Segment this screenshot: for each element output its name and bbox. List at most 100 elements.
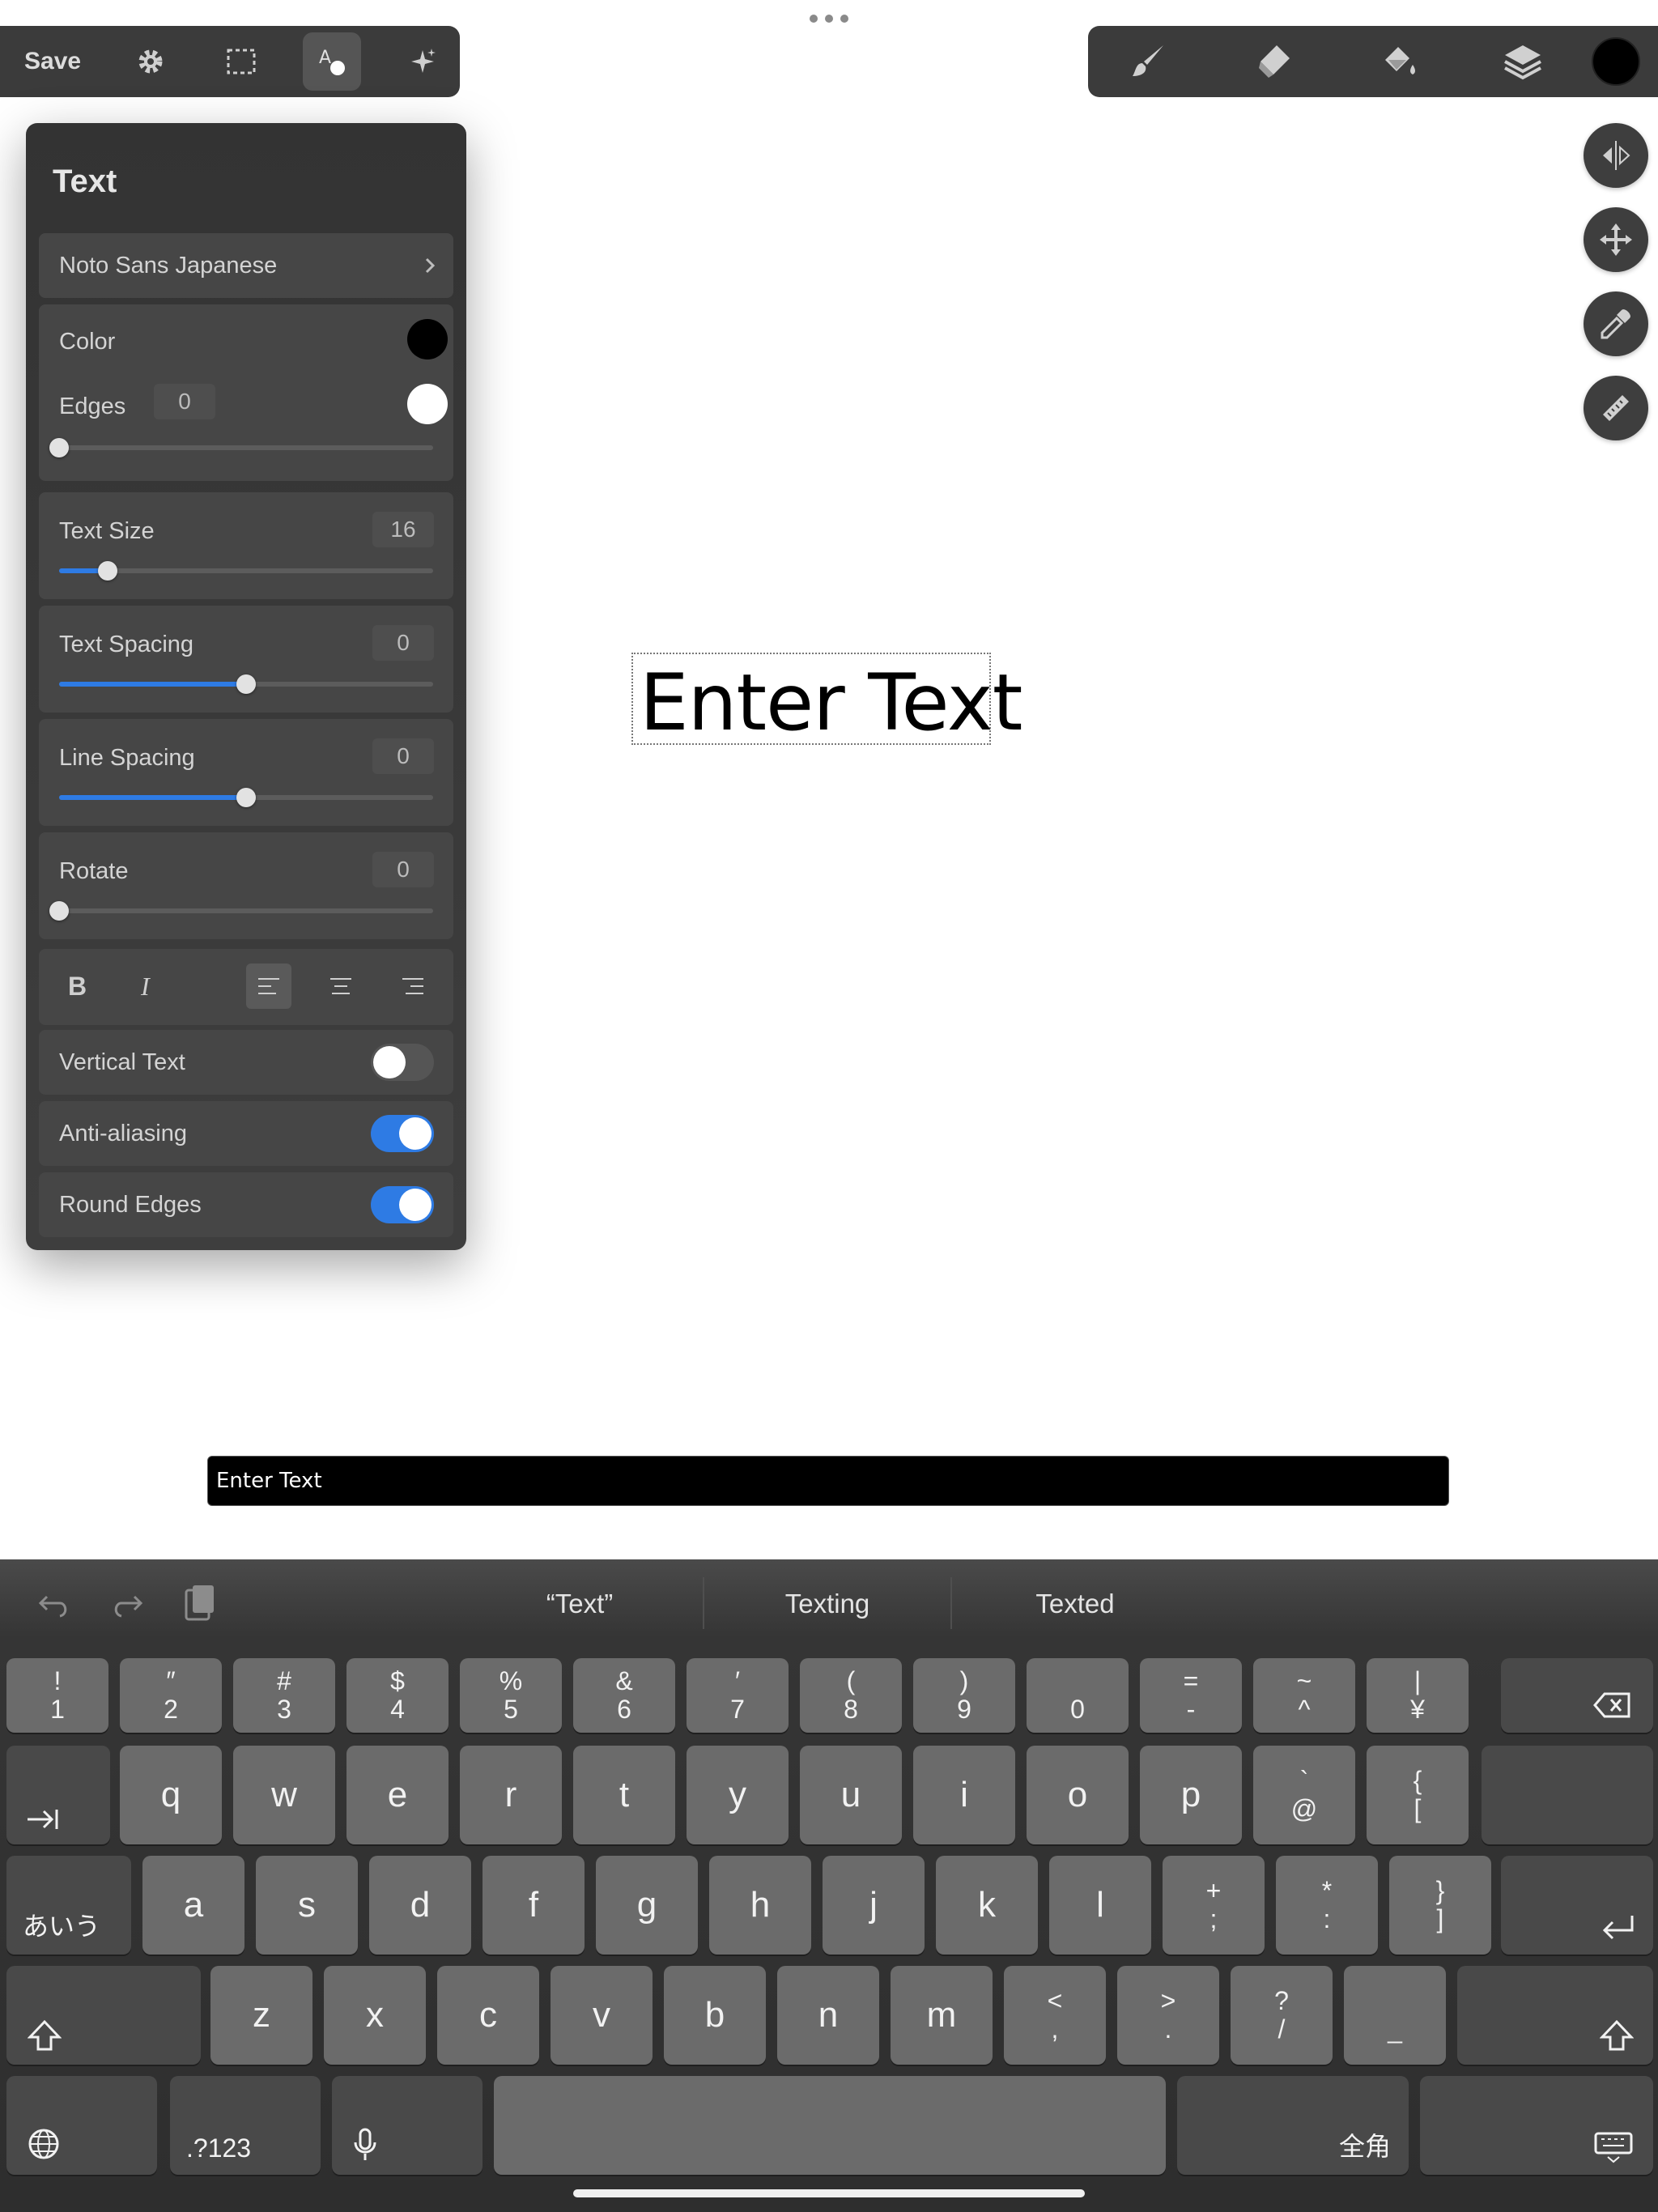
key-s[interactable]: s [256, 1856, 358, 1955]
text-size-value[interactable]: 16 [372, 512, 434, 547]
brush-icon[interactable] [1104, 29, 1193, 94]
key-symbol[interactable]: >. [1117, 1966, 1219, 2065]
font-selector[interactable]: Noto Sans Japanese [39, 233, 453, 298]
key-symbol[interactable]: *: [1276, 1856, 1378, 1955]
fill-bucket-icon[interactable] [1354, 29, 1443, 94]
key-t[interactable]: t [573, 1746, 675, 1844]
sparkle-icon[interactable] [393, 32, 452, 91]
key-f[interactable]: f [483, 1856, 585, 1955]
align-center-icon[interactable] [318, 963, 363, 1009]
selection-icon[interactable] [212, 32, 270, 91]
home-indicator[interactable] [573, 2189, 1085, 2197]
key-q[interactable]: q [120, 1746, 222, 1844]
key-g[interactable]: g [596, 1856, 698, 1955]
key-6[interactable]: & 6 [573, 1658, 675, 1733]
vertical-text-toggle[interactable] [371, 1044, 434, 1081]
key-0[interactable]: 0 [1027, 1658, 1129, 1733]
key-symbol[interactable]: _ [1344, 1966, 1446, 2065]
key-4[interactable]: $4 [346, 1658, 449, 1733]
dictation-key[interactable] [332, 2076, 483, 2175]
key-i[interactable]: i [913, 1746, 1015, 1844]
line-spacing-slider[interactable] [59, 788, 433, 807]
key-e[interactable]: e [346, 1746, 449, 1844]
text-color-swatch[interactable] [407, 319, 448, 359]
canvas-text[interactable]: Enter Text [640, 657, 1022, 748]
key-u[interactable]: u [800, 1746, 902, 1844]
key-l[interactable]: l [1049, 1856, 1151, 1955]
flip-icon[interactable] [1584, 123, 1648, 188]
save-button[interactable]: Save [24, 48, 121, 75]
gear-icon[interactable] [121, 32, 180, 91]
key-symbol[interactable]: {[ [1367, 1746, 1469, 1844]
key-^[interactable]: ~ ^ [1253, 1658, 1355, 1733]
key--[interactable]: = - [1140, 1658, 1242, 1733]
key-symbol[interactable]: }] [1389, 1856, 1491, 1955]
zenkaku-key[interactable]: 全角 [1177, 2076, 1409, 2175]
space-key[interactable] [494, 2076, 1166, 2175]
key-z[interactable]: z [210, 1966, 312, 2065]
line-spacing-value[interactable]: 0 [372, 738, 434, 774]
key-h[interactable]: h [709, 1856, 811, 1955]
multitasking-dots[interactable] [810, 13, 848, 24]
key-5[interactable]: % 5 [460, 1658, 562, 1733]
key-1[interactable]: ! 1 [6, 1658, 108, 1733]
edges-slider-knob[interactable] [49, 438, 69, 457]
dismiss-keyboard-key[interactable] [1420, 2076, 1653, 2175]
shift-key-right[interactable] [1457, 1966, 1653, 2065]
align-left-icon[interactable] [246, 963, 291, 1009]
bold-button[interactable]: B [68, 972, 87, 1002]
align-right-icon[interactable] [390, 963, 436, 1009]
key-n[interactable]: n [777, 1966, 879, 2065]
rotate-value[interactable]: 0 [372, 852, 434, 887]
key-m[interactable]: m [891, 1966, 993, 2065]
key-¥[interactable]: | ¥ [1367, 1658, 1469, 1733]
ruler-icon[interactable] [1584, 376, 1648, 440]
key-7[interactable]: ′ 7 [687, 1658, 789, 1733]
text-spacing-slider-knob[interactable] [236, 674, 256, 694]
rotate-slider-knob[interactable] [49, 901, 69, 921]
key-8[interactable]: (8 [800, 1658, 902, 1733]
shift-key-left[interactable] [6, 1966, 201, 2065]
key-symbol[interactable]: +; [1163, 1856, 1265, 1955]
key-x[interactable]: x [324, 1966, 426, 2065]
key-r[interactable]: r [460, 1746, 562, 1844]
key-symbol[interactable]: ? / [1231, 1966, 1333, 2065]
return-key-top[interactable] [1482, 1746, 1653, 1844]
text-spacing-slider[interactable] [59, 674, 433, 694]
key-v[interactable]: v [551, 1966, 653, 2065]
key-j[interactable]: j [823, 1856, 925, 1955]
key-w[interactable]: w [233, 1746, 335, 1844]
current-color-swatch[interactable] [1592, 37, 1640, 86]
tab-key[interactable] [6, 1746, 110, 1844]
anti-aliasing-toggle[interactable] [371, 1115, 434, 1152]
globe-key[interactable] [6, 2076, 157, 2175]
key-d[interactable]: d [369, 1856, 471, 1955]
key-k[interactable]: k [936, 1856, 1038, 1955]
return-key[interactable] [1501, 1856, 1653, 1955]
delete-key[interactable] [1501, 1658, 1653, 1733]
edges-value[interactable]: 0 [154, 384, 215, 419]
text-size-slider[interactable] [59, 561, 433, 581]
line-spacing-slider-knob[interactable] [236, 788, 256, 807]
layers-icon[interactable] [1478, 29, 1567, 94]
key-symbol[interactable]: <, [1004, 1966, 1106, 2065]
key-o[interactable]: o [1027, 1746, 1129, 1844]
kana-key[interactable]: あいう [6, 1856, 131, 1955]
text-size-slider-knob[interactable] [98, 561, 118, 581]
eyedropper-icon[interactable] [1584, 291, 1648, 356]
italic-button[interactable]: I [141, 972, 150, 1002]
key-b[interactable]: b [664, 1966, 766, 2065]
key-9[interactable]: ) 9 [913, 1658, 1015, 1733]
key-a[interactable]: a [142, 1856, 244, 1955]
key-symbol[interactable]: ` @ [1253, 1746, 1355, 1844]
text-tool-icon[interactable]: A [303, 32, 361, 91]
edges-color-swatch[interactable] [407, 384, 448, 424]
move-icon[interactable] [1584, 207, 1648, 272]
key-p[interactable]: p [1140, 1746, 1242, 1844]
key-y[interactable]: y [687, 1746, 789, 1844]
numbers-key[interactable]: .?123 [170, 2076, 321, 2175]
text-input-field[interactable]: Enter Text [207, 1456, 1449, 1506]
eraser-icon[interactable] [1229, 29, 1318, 94]
key-2[interactable]: ″ 2 [120, 1658, 222, 1733]
text-spacing-value[interactable]: 0 [372, 625, 434, 661]
